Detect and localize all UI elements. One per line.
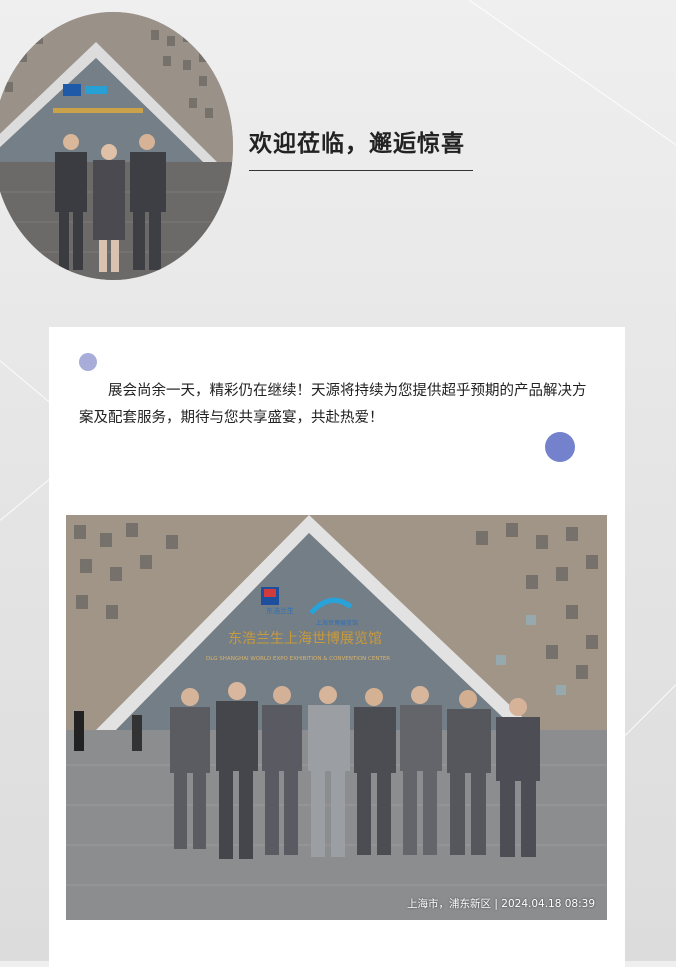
photo-caption: 上海市，浦东新区 | 2024.04.18 08:39	[407, 896, 595, 911]
page-headline: 欢迎莅临，邂逅惊喜	[249, 131, 465, 157]
decorative-dot-small	[79, 353, 97, 371]
header-section: 欢迎莅临，邂逅惊喜	[0, 0, 676, 300]
headline-underline	[249, 170, 473, 171]
caption-location: 上海市，浦东新区	[407, 898, 492, 910]
sign-title: 东浩兰生上海世博展览馆	[228, 630, 382, 647]
caption-time: 2024.04.18 08:39	[501, 898, 595, 910]
intro-paragraph: 展会尚余一天，精彩仍在继续！天源将持续为您提供超乎预期的产品解决方案及配套服务，…	[79, 383, 587, 426]
expo-entrance-photo	[0, 12, 233, 280]
sign-logo-right: 上海世博展览馆	[316, 619, 358, 627]
sign-logo-left: 东浩兰生	[266, 606, 294, 615]
decorative-dot-large	[545, 432, 575, 462]
content-card: 展会尚余一天，精彩仍在继续！天源将持续为您提供超乎预期的产品解决方案及配套服务，…	[49, 327, 625, 967]
group-photo: 东浩兰生 上海世博展览馆 东浩兰生上海世博展览馆 DLG SHANGHAI WO…	[66, 515, 607, 920]
sign-subtitle: DLG SHANGHAI WORLD EXPO EXHIBITION & CON…	[206, 656, 390, 662]
